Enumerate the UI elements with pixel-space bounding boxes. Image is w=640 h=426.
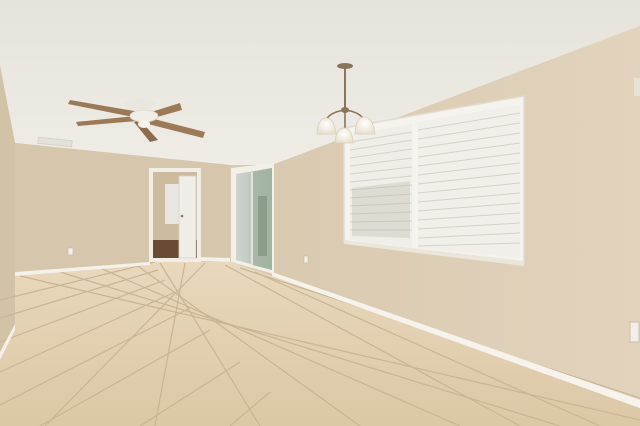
- thermostat: [634, 78, 640, 96]
- hallway-doorway: [149, 168, 201, 262]
- sliding-glass-door: [231, 163, 274, 274]
- room-photo: [0, 0, 640, 426]
- wall-outlet-back: [67, 247, 74, 256]
- wall-outlet-right: [629, 321, 640, 343]
- wall-outlet-right-small: [303, 255, 309, 264]
